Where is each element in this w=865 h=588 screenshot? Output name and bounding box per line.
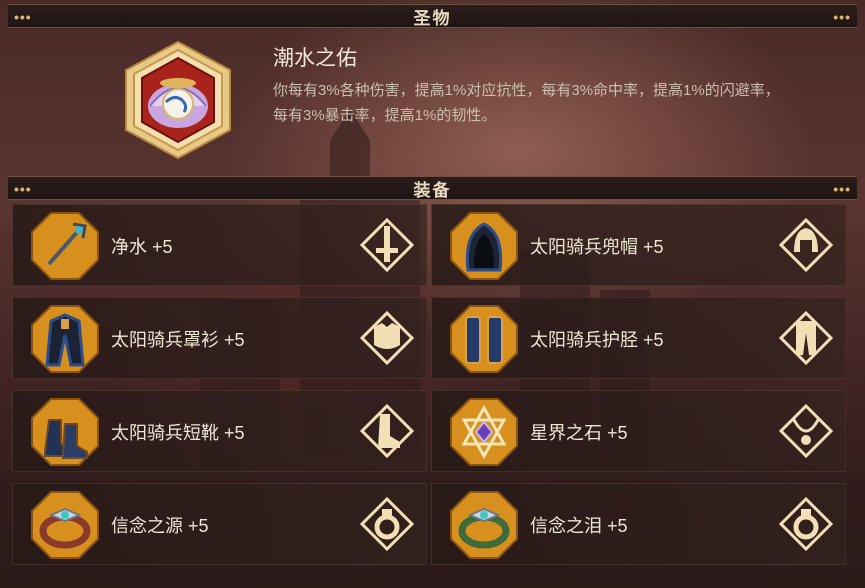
- equipment-slot-armor[interactable]: 太阳骑兵罩衫 +5: [12, 297, 427, 379]
- ring-red-icon: [31, 491, 99, 559]
- ornament-dots-icon: •••: [14, 9, 32, 25]
- relic-section-title: 圣物: [413, 8, 452, 28]
- equipment-slot-boots[interactable]: 太阳骑兵短靴 +5: [12, 390, 427, 472]
- ornament-dots-icon: •••: [14, 181, 32, 197]
- boots-icon: [31, 398, 99, 466]
- armor-slot-icon: [360, 311, 414, 365]
- relic-name: 潮水之佑: [273, 47, 357, 70]
- ring-slot-icon: [779, 497, 833, 551]
- equipment-slot-legs[interactable]: 太阳骑兵护胫 +5: [431, 297, 846, 379]
- relic-description: 你每有3%各种伤害，提高1%对应抗性，每有3%命中率，提高1%的闪避率，每有3%…: [273, 82, 780, 124]
- equipment-section-header: ••• 装备 •••: [8, 176, 857, 200]
- equipment-slot-helmet[interactable]: 太阳骑兵兜帽 +5: [431, 204, 846, 286]
- equipment-label: 信念之源 +5: [111, 516, 209, 536]
- ring-green-icon: [450, 491, 518, 559]
- helmet-slot-icon: [779, 218, 833, 272]
- leg-slot-icon: [779, 311, 833, 365]
- equipment-label: 太阳骑兵护胫 +5: [530, 330, 664, 350]
- relic-section-header: ••• 圣物 •••: [8, 4, 857, 28]
- sword-slot-icon: [360, 218, 414, 272]
- equipment-label: 净水 +5: [111, 237, 173, 257]
- greaves-icon: [450, 305, 518, 373]
- equipment-slot-weapon[interactable]: 净水 +5: [12, 204, 427, 286]
- ornament-dots-icon: •••: [833, 9, 851, 25]
- equipment-label: 太阳骑兵罩衫 +5: [111, 330, 245, 350]
- equipment-slot-ring-1[interactable]: 信念之源 +5: [12, 483, 427, 565]
- equipment-section-title: 装备: [413, 180, 452, 200]
- ring-slot-icon: [360, 497, 414, 551]
- trident-staff-icon: [31, 212, 99, 280]
- equipment-label: 太阳骑兵短靴 +5: [111, 423, 245, 443]
- necklace-slot-icon: [779, 404, 833, 458]
- equipment-label: 星界之石 +5: [530, 423, 628, 443]
- equipment-label: 信念之泪 +5: [530, 516, 628, 536]
- equipment-slot-ring-2[interactable]: 信念之泪 +5: [431, 483, 846, 565]
- hood-icon: [450, 212, 518, 280]
- boot-slot-icon: [360, 404, 414, 458]
- equipment-label: 太阳骑兵兜帽 +5: [530, 237, 664, 257]
- pearl-shell-icon[interactable]: [118, 40, 238, 160]
- ornament-dots-icon: •••: [833, 181, 851, 197]
- star-gem-icon: [450, 398, 518, 466]
- equipment-slot-necklace[interactable]: 星界之石 +5: [431, 390, 846, 472]
- robe-icon: [31, 305, 99, 373]
